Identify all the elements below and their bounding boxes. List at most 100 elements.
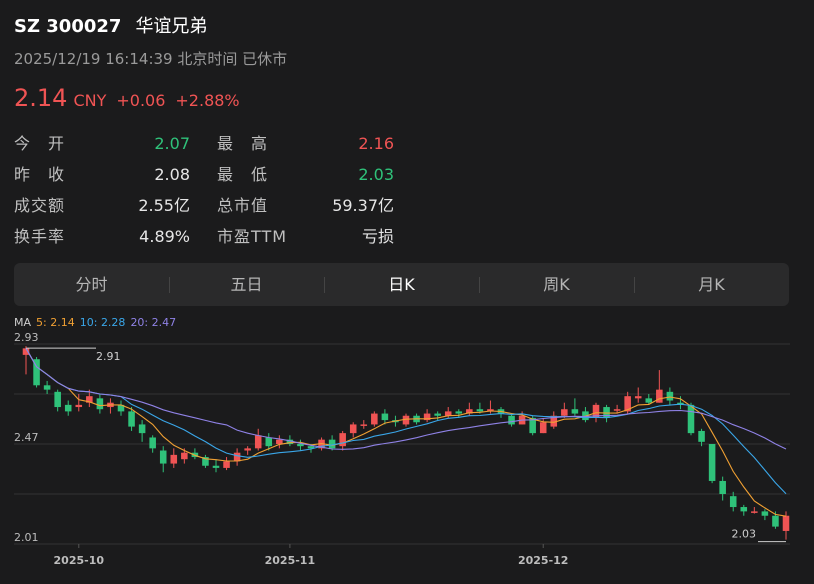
price-row: 2.14 CNY +0.06 +2.88% (14, 84, 240, 112)
candle-body (666, 391, 674, 401)
candle-body (455, 411, 463, 414)
tab-monthly-k[interactable]: 月K (634, 263, 789, 306)
ma20-key: 20: (130, 316, 149, 329)
ma20-legend: 20: 2.47 (130, 316, 176, 329)
candle-body (656, 389, 663, 403)
y-tick-label: 2.01 (14, 531, 39, 544)
ma5-value: 2.14 (50, 316, 75, 329)
candle-body (276, 439, 283, 444)
market-cap-label: 总市值 (217, 196, 269, 215)
pe-ttm-label: 市盈TTM (217, 227, 288, 246)
stats-row: 成交额 2.55亿 总市值 59.37亿 (14, 190, 394, 221)
candle-body (782, 515, 790, 531)
tab-weekly-k[interactable]: 周K (479, 263, 634, 306)
chart-grid (14, 343, 790, 548)
candle-body (43, 385, 51, 390)
candle-body (265, 437, 273, 447)
x-tick-label: 2025-11 (265, 554, 316, 567)
candle-body (740, 507, 748, 512)
y-tick-label: 2.93 (14, 331, 39, 344)
ma10-legend: 10: 2.28 (80, 316, 126, 329)
stats-row: 换手率 4.89% 市盈TTM 亏损 (14, 221, 394, 252)
candle-body (729, 496, 737, 508)
candle-body (539, 422, 547, 434)
min-price-label: 2.03 (732, 528, 757, 541)
candle-body (434, 413, 441, 416)
candle-body (138, 424, 146, 434)
candle-body (381, 413, 389, 421)
candle-body (508, 415, 515, 425)
ma10-key: 10: (79, 316, 98, 329)
turnover-rate-label: 换手率 (14, 227, 66, 246)
turnover-rate-value: 4.89% (139, 227, 190, 246)
ma-legend: MA 5: 2.14 10: 2.28 20: 2.47 (14, 316, 176, 329)
candle-body (181, 452, 188, 460)
candle-body (698, 430, 705, 442)
x-tick-label: 2025-10 (54, 554, 105, 567)
candle-body (212, 465, 220, 468)
candle-body (159, 450, 167, 464)
max-price-label: 2.91 (96, 350, 121, 363)
candle-body (360, 424, 368, 426)
stock-title: SZ 300027 华谊兄弟 (14, 12, 207, 38)
quote-timestamp: 2025/12/19 16:14:39 北京时间 已休市 (14, 50, 288, 68)
candle-body (96, 398, 104, 410)
candle-body (170, 454, 178, 464)
candle-body (645, 398, 653, 403)
candle-body (223, 461, 230, 468)
tab-five-day[interactable]: 五日 (169, 263, 324, 306)
high-value: 2.16 (358, 134, 394, 153)
candle-body (719, 480, 726, 494)
turnover-value: 2.55亿 (138, 196, 190, 215)
candle-body (64, 404, 72, 412)
turnover-label: 成交额 (14, 196, 66, 215)
candle-body (149, 437, 156, 449)
ma20-value: 2.47 (151, 316, 177, 329)
axis-labels: 2.93 2.47 2.01 2025-10 2025-11 2025-12 2.91 2.0… (14, 331, 786, 567)
candle-body (75, 404, 83, 408)
x-tick-label: 2025-12 (518, 554, 569, 567)
open-label: 今 开 (14, 134, 66, 153)
candle-body (687, 404, 695, 434)
candle-body (371, 413, 378, 425)
pe-ttm-value: 亏损 (361, 227, 394, 246)
currency: CNY (73, 91, 107, 110)
low-value: 2.03 (358, 165, 394, 184)
price-change: +0.06 (116, 91, 166, 110)
candle-body (772, 515, 779, 527)
candle-body (476, 409, 484, 412)
tab-daily-k[interactable]: 日K (324, 263, 479, 306)
ma-label: MA (14, 316, 32, 329)
last-price: 2.14 (14, 84, 68, 112)
ticker: SZ 300027 (14, 16, 122, 37)
low-label: 最 低 (217, 165, 269, 184)
candle-body (613, 409, 621, 411)
candle-body (254, 435, 262, 449)
stock-name: 华谊兄弟 (135, 16, 208, 37)
stats-table: 今 开 2.07 最 高 2.16 昨 收 2.08 最 低 2.03 成交额 … (14, 128, 394, 252)
candle-body (54, 391, 61, 408)
tab-intraday[interactable]: 分时 (14, 263, 169, 306)
candlestick-chart[interactable]: 2.93 2.47 2.01 2025-10 2025-11 2025-12 2.91 2.0… (0, 330, 814, 584)
period-tabs: 分时 五日 日K 周K 月K (14, 263, 789, 306)
candle-body (571, 409, 579, 414)
candle-body (128, 411, 135, 427)
candle-body (708, 444, 716, 481)
candle-body (339, 433, 346, 447)
stats-row: 昨 收 2.08 最 低 2.03 (14, 159, 394, 190)
ma5-key: 5: (36, 316, 47, 329)
price-change-pct: +2.88% (175, 91, 240, 110)
market-cap-value: 59.37亿 (332, 196, 394, 215)
prev-close-label: 昨 收 (14, 165, 66, 184)
candle-body (634, 396, 642, 399)
candles (22, 346, 790, 540)
stats-row: 今 开 2.07 最 高 2.16 (14, 128, 394, 159)
candle-body (561, 409, 568, 416)
ma10-value: 2.28 (100, 316, 126, 329)
candle-body (297, 444, 304, 447)
candle-body (244, 448, 251, 451)
ma5-legend: 5: 2.14 (36, 316, 75, 329)
high-label: 最 高 (217, 134, 269, 153)
candle-body (349, 424, 357, 434)
candle-body (751, 511, 758, 513)
